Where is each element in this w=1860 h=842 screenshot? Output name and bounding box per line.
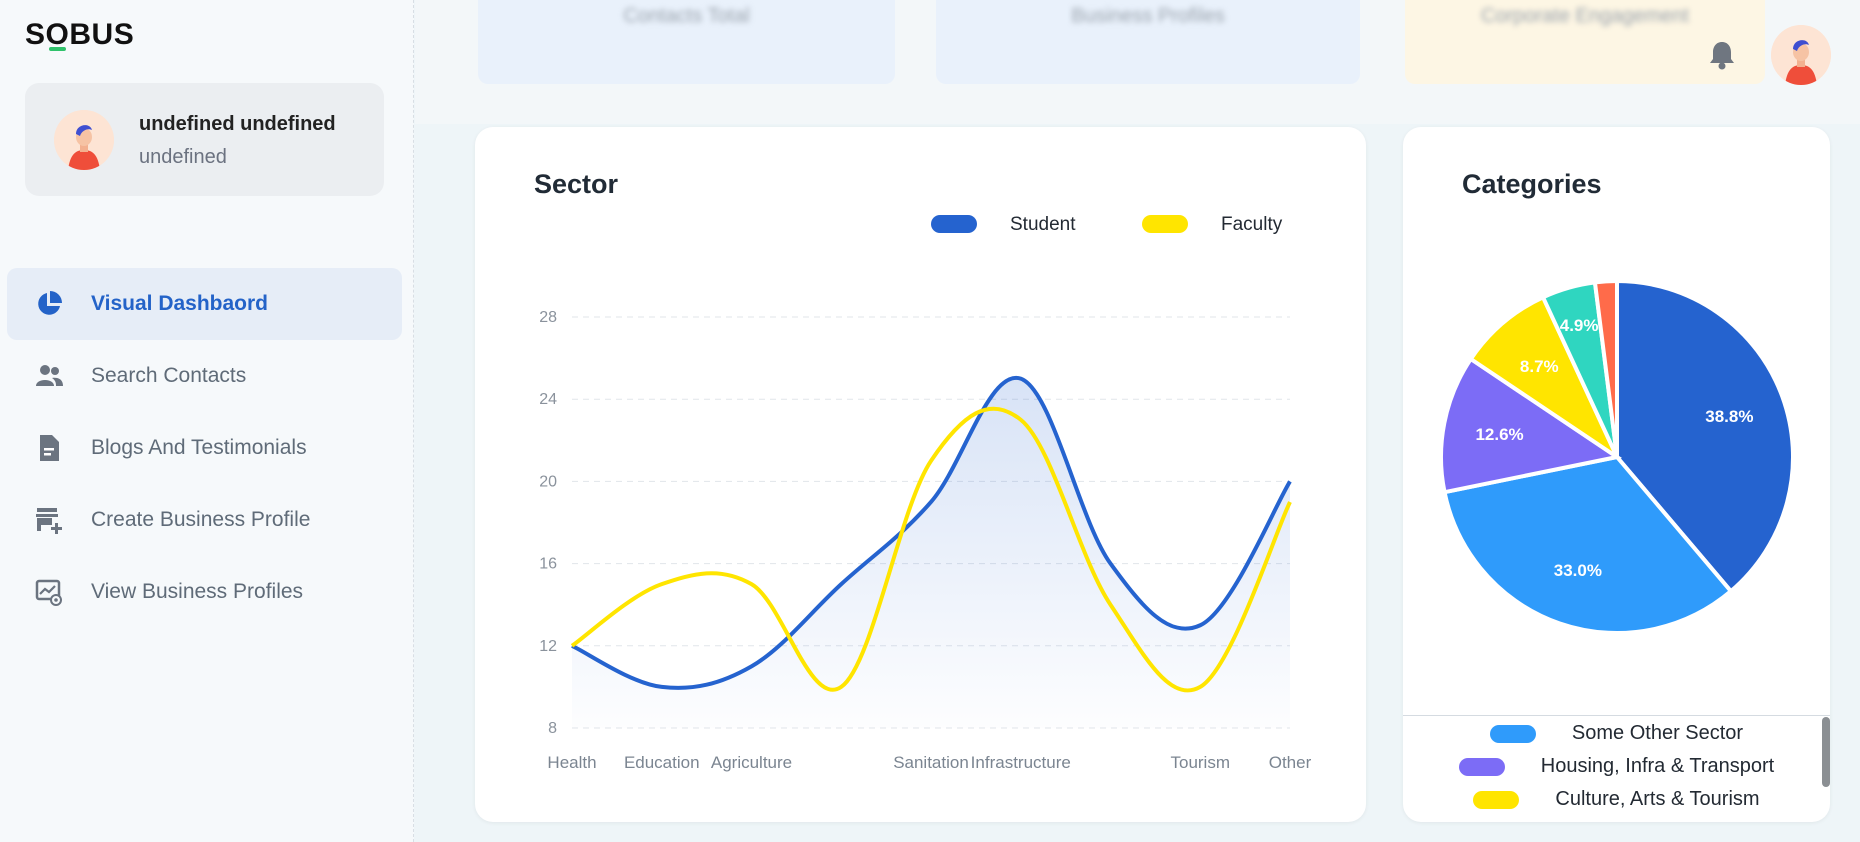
- pie-legend-item[interactable]: Housing, Infra & Transport: [1403, 750, 1830, 783]
- pie-legend-list[interactable]: Some Other Sector Housing, Infra & Trans…: [1403, 715, 1830, 822]
- x-tick-label: Health: [547, 753, 596, 772]
- x-tick-label: Other: [1269, 753, 1312, 772]
- sobus-logo[interactable]: SOBUS: [25, 18, 134, 52]
- y-tick-label: 28: [539, 309, 557, 326]
- pie-slice-label: 33.0%: [1554, 561, 1602, 580]
- stat-card-contacts[interactable]: Contacts Total: [478, 0, 895, 84]
- x-tick-label: Infrastructure: [971, 753, 1071, 772]
- sidebar-item-blogs[interactable]: Blogs And Testimonials: [7, 412, 402, 484]
- pie-legend-item[interactable]: Some Other Sector: [1403, 717, 1830, 750]
- stat-card-business-profiles[interactable]: Business Profiles: [936, 0, 1360, 84]
- legend-swatch: [1489, 724, 1536, 743]
- profile-name: undefined undefined: [139, 113, 336, 135]
- users-icon: [36, 365, 63, 386]
- sidebar-item-label: Search Contacts: [91, 364, 247, 387]
- legend-label: Student: [1010, 214, 1076, 235]
- stat-card-label: Contacts Total: [623, 5, 750, 27]
- y-tick-label: 16: [539, 556, 557, 573]
- stat-card-label: Corporate Engagement: [1481, 5, 1689, 27]
- sidebar-item-view-business-profiles[interactable]: View Business Profiles: [7, 556, 402, 628]
- categories-pie-chart: 38.8% 33.0% 12.6% 8.7% 4.9%: [1439, 278, 1795, 635]
- sidebar: SOBUS undefined undefined undefined Visu…: [0, 0, 414, 842]
- sidebar-item-label: Create Business Profile: [91, 508, 311, 531]
- document-icon: [40, 435, 59, 461]
- sidebar-item-label: Blogs And Testimonials: [91, 436, 307, 459]
- y-tick-label: 8: [548, 720, 557, 737]
- x-tick-label: Sanitation: [893, 753, 969, 772]
- legend-scrollbar[interactable]: [1822, 717, 1830, 787]
- x-tick-label: Education: [624, 753, 700, 772]
- legend-label: Culture, Arts & Tourism: [1555, 788, 1760, 810]
- stat-card-label: Business Profiles: [1071, 5, 1225, 27]
- pie-chart-icon: [38, 291, 62, 315]
- categories-chart-card: Categories 38.8% 33.0% 12.6% 8.7% 4.9% Some …: [1403, 127, 1830, 822]
- legend-label: Housing, Infra & Transport: [1540, 755, 1775, 777]
- user-avatar[interactable]: [1771, 25, 1831, 85]
- pie-slice-label: 38.8%: [1705, 407, 1753, 426]
- x-tick-label: Agriculture: [711, 753, 792, 772]
- legend-swatch: [1458, 757, 1505, 776]
- pie-slice-label: 12.6%: [1475, 425, 1523, 444]
- legend-label: Faculty: [1221, 214, 1283, 235]
- sidebar-item-visual-dashboard[interactable]: Visual Dashbaord: [7, 268, 402, 340]
- sidebar-nav: Visual Dashbaord Search Contacts Blogs A…: [7, 268, 402, 628]
- sector-chart-card: Sector 8 12 16 20 24 28 Health Education Agricu…: [475, 127, 1366, 822]
- top-bar: Contacts Total Business Profiles Corpora…: [415, 0, 1860, 124]
- sidebar-item-label: Visual Dashbaord: [91, 292, 269, 315]
- profile-role: undefined: [139, 146, 227, 168]
- store-add-icon: [36, 508, 62, 534]
- profile-avatar: [54, 110, 114, 170]
- pie-slice-label: 4.9%: [1560, 316, 1599, 335]
- legend-label: Some Other Sector: [1571, 722, 1744, 744]
- bell-icon[interactable]: [1707, 39, 1737, 71]
- legend-swatch: [931, 215, 977, 233]
- profile-card[interactable]: undefined undefined undefined: [25, 83, 384, 196]
- monitor-chart-icon: [35, 579, 62, 606]
- sector-line-chart: 8 12 16 20 24 28 Health Education Agriculture Sa…: [539, 214, 1312, 772]
- y-tick-label: 12: [539, 638, 557, 655]
- pie-legend-item[interactable]: Culture, Arts & Tourism: [1403, 783, 1830, 816]
- sidebar-item-search-contacts[interactable]: Search Contacts: [7, 340, 402, 412]
- x-tick-label: Tourism: [1170, 753, 1230, 772]
- legend-swatch: [1142, 215, 1188, 233]
- student-area: [572, 377, 1290, 728]
- sidebar-item-label: View Business Profiles: [91, 580, 304, 603]
- sidebar-item-create-business-profile[interactable]: Create Business Profile: [7, 484, 402, 556]
- legend-swatch: [1473, 790, 1520, 809]
- y-tick-label: 20: [539, 473, 557, 490]
- y-tick-label: 24: [539, 391, 557, 408]
- pie-slice-label: 8.7%: [1520, 357, 1559, 376]
